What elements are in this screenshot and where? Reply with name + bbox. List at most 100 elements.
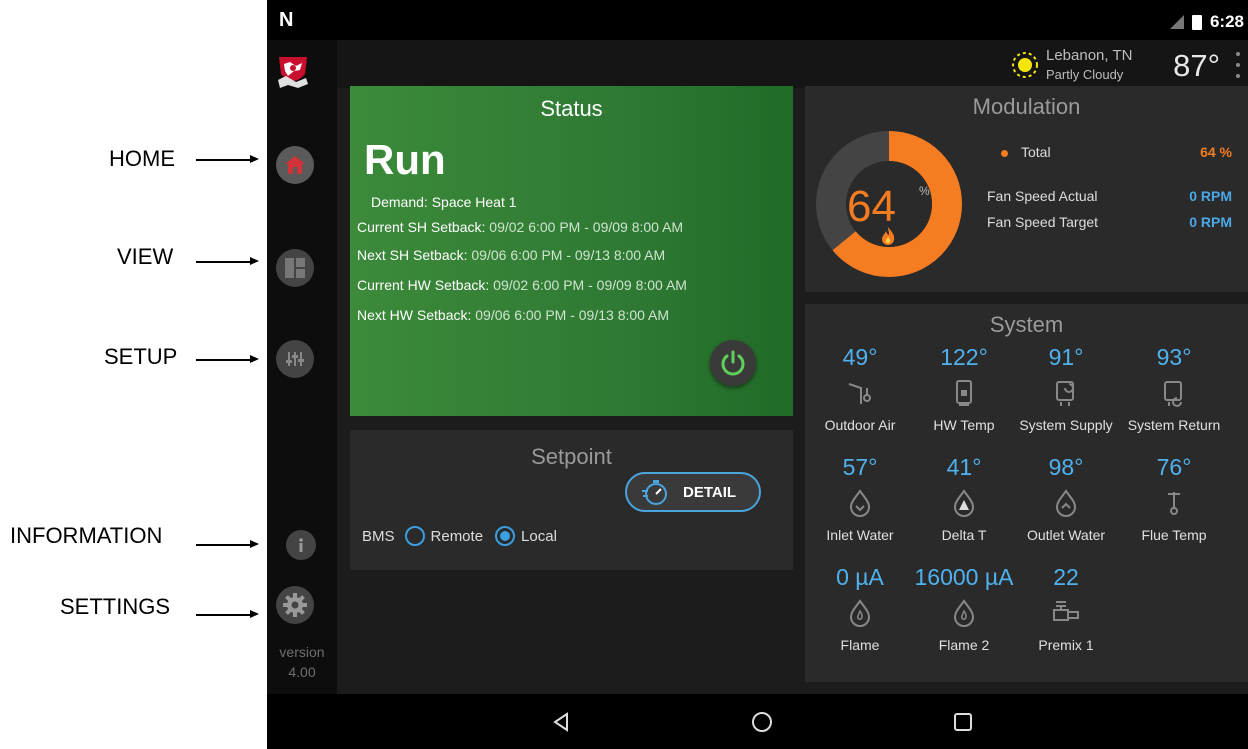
premix-label: Premix 1 [1038,637,1094,653]
flame-label: Flame [840,637,880,653]
bms-label: BMS [362,527,395,545]
annotation-view-label: VIEW [117,244,174,269]
next-hw-setback: Next HW Setback: 09/06 6:00 PM - 09/13 8… [357,307,669,323]
flame-2-label: Flame 2 [938,637,990,653]
system-item-inlet-water[interactable]: 57° Inlet Water [805,454,915,543]
fan-actual-label: Fan Speed Actual [987,188,1098,204]
notification-logo: N [279,9,294,31]
clock: 6:28 [1209,12,1244,31]
modulation-title: Modulation [972,94,1081,119]
version-number: 4.00 [288,664,316,680]
mode-selector: BMS Remote Local [362,526,557,546]
next-sh-setback: Next SH Setback: 09/06 6:00 PM - 09/13 8… [357,247,665,263]
flue-temp-value: 76° [1156,454,1192,480]
delta-t-icon [909,485,1019,521]
remote-label[interactable]: Remote [431,528,484,545]
outdoor-air-label: Outdoor Air [824,417,896,433]
system-return-label: System Return [1127,417,1221,433]
current-sh-label: Current SH Setback: [357,219,486,235]
system-item-delta-t[interactable]: 41° Delta T [909,454,1019,543]
hw-temp-value: 122° [940,344,988,370]
version-info: version 4.00 [267,642,337,682]
power-button[interactable] [710,340,756,386]
system-item-outdoor-air[interactable]: 49° Outdoor Air [805,344,915,433]
current-hw-setback: Current HW Setback: 09/02 6:00 PM - 09/0… [357,277,687,293]
outlet-water-icon [1011,485,1121,521]
brand-logo [276,54,310,94]
status-panel: Status Run Demand: Space Heat 1 Current … [350,86,793,416]
sidebar: version 4.00 [267,40,337,694]
flame-2-value: 16000 µA [914,564,1014,590]
next-sh-label: Next SH Setback: [357,247,468,263]
system-item-system-supply[interactable]: 91° System Supply [1011,344,1121,433]
detail-button[interactable]: DETAIL [625,472,761,512]
android-nav-bar [267,694,1248,749]
annotation-view-arrowhead [250,257,259,265]
local-radio[interactable] [495,526,516,546]
version-label: version [279,644,325,660]
hw-temp-label: HW Temp [933,417,995,433]
annotation-settings-arrowhead [250,610,259,618]
android-status-bar: N 6:28 [267,0,1248,40]
inlet-water-value: 57° [842,454,878,480]
tablet-screen: N 6:28 version 4.00 Lebanon, TN Partly C… [267,0,1248,749]
system-return-icon [1119,375,1229,411]
weather-condition: Partly Cloudy [1046,67,1124,82]
current-hw-value: 09/02 6:00 PM - 09/09 8:00 AM [493,277,687,293]
delta-t-label: Delta T [941,527,987,543]
fan-actual-value: 0 RPM [1189,188,1232,204]
premix-icon [1011,595,1121,631]
stopwatch-icon [642,480,667,505]
flue-temp-label: Flue Temp [1141,527,1207,543]
system-item-premix[interactable]: 22 Premix 1 [1011,564,1121,653]
system-item-outlet-water[interactable]: 98° Outlet Water [1011,454,1121,543]
gauge-unit: % [919,184,930,198]
view-layout-icon [285,258,305,278]
weather-widget: Lebanon, TN Partly Cloudy [1008,45,1132,85]
demand-line: Demand: Space Heat 1 [371,194,517,210]
system-title: System [989,312,1064,337]
flue-temp-icon [1119,485,1229,521]
current-sh-value: 09/02 6:00 PM - 09/09 8:00 AM [489,219,684,235]
current-hw-label: Current HW Setback: [357,277,490,293]
outlet-water-value: 98° [1048,454,1084,480]
annotation-home-label: HOME [109,146,175,171]
system-panel: System 49° Outdoor Air 122° HW Temp 91° [805,304,1248,682]
system-return-value: 93° [1156,344,1192,370]
total-value: 64 % [1200,144,1232,160]
system-supply-label: System Supply [1019,417,1113,433]
settings-button[interactable] [276,586,314,624]
annotation-information-arrow [196,544,250,546]
outdoor-air-value: 49° [842,344,878,370]
battery-icon [1191,14,1202,30]
setup-button[interactable] [276,340,314,378]
annotation-home-arrowhead [250,155,259,163]
setpoint-title: Setpoint [531,444,612,469]
system-item-flame-2[interactable]: 16000 µA Flame 2 [909,564,1019,653]
system-item-hw-temp[interactable]: 122° HW Temp [909,344,1019,433]
recents-icon[interactable] [953,712,973,732]
outdoor-air-icon [805,375,915,411]
next-hw-value: 09/06 6:00 PM - 09/13 8:00 AM [475,307,670,323]
system-item-flame[interactable]: 0 µA Flame [805,564,915,653]
system-item-flue-temp[interactable]: 76° Flue Temp [1119,454,1229,543]
demand-text: Demand: Space Heat 1 [371,194,517,210]
power-icon [721,350,745,376]
app-screen: version 4.00 Lebanon, TN Partly Cloudy 8… [267,40,1248,694]
annotation-setup-label: SETUP [104,344,178,369]
home-button[interactable] [276,146,314,184]
overflow-menu-icon[interactable] [1236,52,1242,78]
home-circle-icon[interactable] [751,711,773,733]
partly-sunny-icon [1012,52,1038,78]
status-icons: 6:28 [1169,12,1244,32]
flame-value: 0 µA [836,564,884,590]
local-label[interactable]: Local [521,528,557,545]
annotation-settings-label: SETTINGS [60,594,171,619]
setup-sliders-icon [286,352,304,366]
system-item-system-return[interactable]: 93° System Return [1119,344,1229,433]
delta-t-value: 41° [946,454,982,480]
back-icon[interactable] [551,712,571,732]
information-button[interactable] [286,530,316,560]
remote-radio[interactable] [404,526,425,546]
view-button[interactable] [276,249,314,287]
